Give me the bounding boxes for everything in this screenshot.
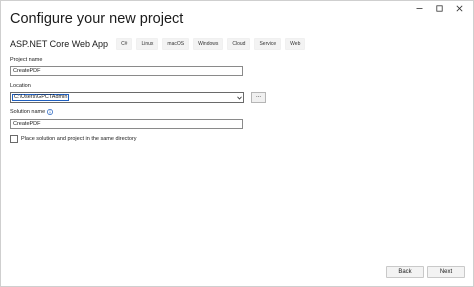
- template-summary: ASP.NET Core Web App C# Linux macOS Wind…: [10, 38, 306, 50]
- location-label: Location: [10, 83, 31, 89]
- location-value: C:\Users\GPCTAdmin: [12, 94, 70, 101]
- same-directory-checkbox[interactable]: [10, 135, 18, 143]
- close-icon[interactable]: [449, 3, 469, 13]
- same-directory-label: Place solution and project in the same d…: [21, 136, 137, 142]
- chevron-down-icon[interactable]: [235, 93, 243, 102]
- tag-linux: Linux: [136, 38, 159, 50]
- project-name-input[interactable]: CreatePDF: [10, 66, 243, 76]
- browse-button[interactable]: ...: [251, 92, 266, 103]
- tag-windows: Windows: [193, 38, 224, 50]
- location-combobox[interactable]: C:\Users\GPCTAdmin: [10, 92, 244, 103]
- info-icon[interactable]: [47, 109, 54, 115]
- window-controls: [409, 3, 469, 13]
- tag-csharp: C#: [116, 38, 133, 50]
- next-button[interactable]: Next: [427, 266, 465, 278]
- solution-name-input[interactable]: CreatePDF: [10, 119, 243, 129]
- page-title: Configure your new project: [10, 11, 184, 27]
- minimize-icon[interactable]: [409, 3, 429, 13]
- back-button[interactable]: Back: [386, 266, 424, 278]
- tag-cloud: Cloud: [227, 38, 251, 50]
- tag-web: Web: [285, 38, 306, 50]
- maximize-icon[interactable]: [429, 3, 449, 13]
- same-directory-option[interactable]: Place solution and project in the same d…: [10, 135, 137, 143]
- solution-name-label-row: Solution name: [10, 109, 54, 115]
- project-name-label: Project name: [10, 57, 43, 63]
- tag-macos: macOS: [162, 38, 190, 50]
- template-name: ASP.NET Core Web App: [10, 39, 109, 49]
- dialog-window: Configure your new project ASP.NET Core …: [0, 0, 474, 287]
- solution-name-label: Solution name: [10, 109, 46, 115]
- tag-service: Service: [254, 38, 282, 50]
